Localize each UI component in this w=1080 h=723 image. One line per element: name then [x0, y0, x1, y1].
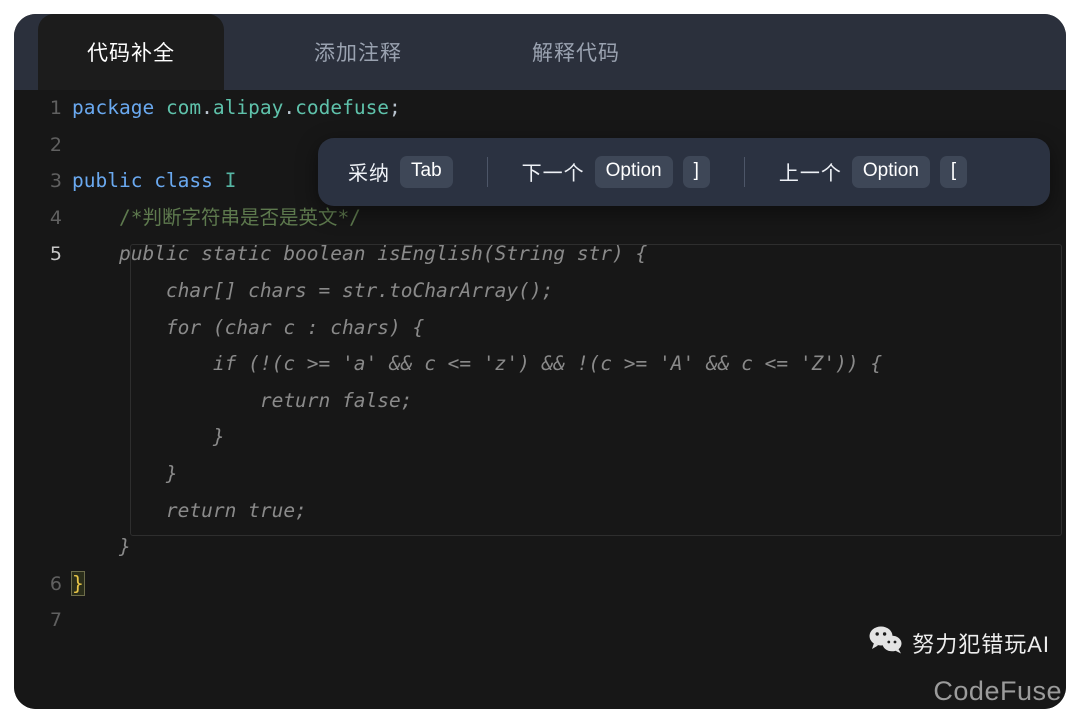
code-line-content: for (char c : chars) { [72, 310, 424, 347]
line-number: 5 [49, 243, 62, 266]
code-line-content: return true; [72, 493, 307, 530]
code-line-content: } [72, 529, 131, 566]
code-token: } [71, 570, 85, 596]
keycap-option-prev: Option [851, 156, 930, 188]
code-token: return false; [72, 388, 413, 412]
code-token: class [154, 169, 213, 193]
hint-accept[interactable]: 采纳 Tab [318, 156, 453, 188]
code-token: . [201, 96, 213, 119]
code-line-content: } [72, 456, 178, 493]
code-line-content: return false; [72, 383, 413, 420]
hint-next[interactable]: 下一个 Option ] [522, 156, 710, 188]
code-line-content: if (!(c >= 'a' && c <= 'z') && !(c >= 'A… [72, 346, 882, 383]
keycap-bracket-right: ] [682, 156, 710, 188]
code-line: } [14, 419, 1066, 456]
code-line: } [14, 529, 1066, 566]
code-token: /*判断字符串是否是英文*/ [72, 205, 361, 229]
code-line: if (!(c >= 'a' && c <= 'z') && !(c >= 'A… [14, 346, 1066, 383]
hint-previous-label: 上一个 [778, 163, 842, 186]
tab-label: 添加注释 [314, 42, 402, 65]
code-line: for (char c : chars) { [14, 310, 1066, 347]
line-number: 7 [49, 609, 62, 632]
code-line-content: } [72, 419, 225, 456]
code-line: 5 public static boolean isEnglish(String… [14, 236, 1066, 273]
code-token: } [72, 461, 178, 485]
code-line: char[] chars = str.toCharArray(); [14, 273, 1066, 310]
code-token: com [165, 96, 202, 119]
screenshot-root: 代码补全 添加注释 解释代码 1 package com.alipay.codef… [0, 0, 1080, 723]
line-number: 4 [49, 206, 62, 229]
tab-explain-code[interactable]: 解释代码 [496, 14, 656, 90]
code-line: 1 package com.alipay.codefuse; [14, 90, 1066, 127]
editor-window: 代码补全 添加注释 解释代码 1 package com.alipay.codef… [14, 14, 1066, 709]
completion-shortcut-popup: 采纳 Tab 下一个 Option ] 上一个 Option [ [318, 138, 1050, 206]
brand-label: CodeFuse [933, 676, 1062, 706]
keycap-tab: Tab [400, 156, 453, 188]
watermark-account: 努力犯错玩AI [912, 631, 1050, 657]
tab-list: 代码补全 添加注释 解释代码 [14, 14, 656, 90]
code-token: } [72, 425, 225, 449]
tab-bar: 代码补全 添加注释 解释代码 [14, 14, 1066, 90]
hint-accept-label: 采纳 [348, 163, 390, 186]
hint-next-label: 下一个 [521, 163, 585, 186]
hint-previous[interactable]: 上一个 Option [ [778, 156, 968, 188]
popup-divider [486, 157, 488, 187]
line-number: 3 [49, 170, 62, 193]
code-line: return false; [14, 383, 1066, 420]
code-token: package [72, 96, 155, 119]
code-token: public [72, 169, 143, 193]
code-line: return true; [14, 493, 1066, 530]
watermark: 努力犯错玩AI [869, 626, 1050, 659]
tab-label: 代码补全 [87, 42, 175, 65]
line-number: 6 [49, 572, 62, 595]
code-line: 6} [14, 566, 1066, 603]
code-token: ; [389, 96, 401, 119]
code-token: I [224, 169, 237, 193]
code-token: codefuse [295, 96, 390, 119]
code-line-content: package com.alipay.codefuse; [72, 90, 401, 127]
line-number: 2 [49, 133, 62, 156]
keycap-bracket-left: [ [939, 156, 968, 188]
code-token: for (char c : chars) { [72, 315, 425, 339]
code-token: if (!(c >= 'a' && c <= 'z') && !(c >= 'A… [72, 352, 883, 376]
popup-divider [743, 157, 745, 187]
code-token: char[] chars = str.toCharArray(); [72, 278, 554, 302]
code-line-content: public class I [72, 163, 236, 200]
code-line-content: } [71, 566, 85, 603]
code-line-content: char[] chars = str.toCharArray(); [72, 273, 553, 310]
code-token: . [283, 96, 296, 119]
code-token: } [72, 535, 131, 559]
code-token: alipay [212, 96, 284, 119]
code-line-content: /*判断字符串是否是英文*/ [72, 200, 361, 237]
code-line: } [14, 456, 1066, 493]
code-line-content: public static boolean isEnglish(String s… [72, 236, 647, 273]
keycap-option-next: Option [594, 156, 673, 188]
tab-add-comment[interactable]: 添加注释 [268, 14, 448, 90]
line-number: 1 [49, 97, 62, 119]
tab-code-completion[interactable]: 代码补全 [38, 14, 224, 90]
tab-label: 解释代码 [532, 42, 620, 65]
wechat-icon [869, 626, 903, 659]
code-token: return true; [72, 498, 307, 522]
code-token: public static boolean isEnglish(String s… [72, 242, 648, 266]
